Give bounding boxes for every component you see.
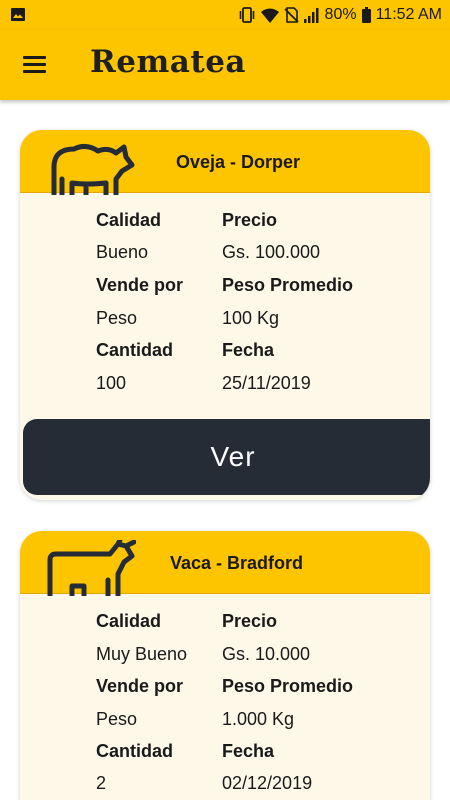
precio-label: Precio	[222, 611, 278, 631]
vibrate-icon	[239, 7, 254, 23]
app-bar: Rematea	[0, 30, 450, 100]
vende-por-label: Vende por	[96, 275, 184, 295]
peso-promedio-label: Peso Promedio	[222, 676, 354, 696]
card-title: Oveja - Dorper	[176, 152, 301, 172]
wifi-icon	[260, 8, 279, 23]
calidad-label: Calidad	[96, 611, 162, 631]
vende-por-value: Peso	[96, 308, 138, 328]
cantidad-value: 100	[96, 373, 127, 393]
cantidad-value: 2	[96, 773, 107, 793]
app-title: Rematea	[90, 44, 247, 80]
peso-promedio-label: Peso Promedio	[222, 275, 354, 295]
calidad-label: Calidad	[96, 210, 162, 230]
fecha-label: Fecha	[222, 741, 275, 761]
fecha-value: 25/11/2019	[222, 373, 311, 393]
peso-promedio-value: 100 Kg	[222, 308, 280, 328]
gallery-notification-icon	[11, 8, 25, 21]
calidad-value: Bueno	[96, 242, 149, 262]
hamburger-menu-icon[interactable]	[23, 56, 47, 74]
fecha-value: 02/12/2019	[222, 773, 313, 793]
card-title: Vaca - Bradford	[170, 553, 304, 573]
battery-percentage: 80%	[324, 6, 357, 23]
signal-icon	[303, 7, 319, 23]
precio-value: Gs. 10.000	[222, 644, 311, 664]
status-time: 11:52 AM	[375, 6, 442, 23]
precio-label: Precio	[222, 210, 278, 230]
peso-promedio-value: 1.000 Kg	[222, 709, 295, 729]
card-header: Vaca - Bradford	[20, 531, 430, 596]
cantidad-label: Cantidad	[96, 741, 174, 761]
status-bar: 80% 11:52 AM	[0, 0, 450, 30]
fecha-label: Fecha	[222, 340, 275, 360]
calidad-value: Muy Bueno	[96, 644, 188, 664]
ver-button[interactable]: Ver	[23, 419, 430, 495]
no-sim-icon	[283, 7, 299, 23]
precio-value: Gs. 100.000	[222, 242, 321, 262]
vende-por-label: Vende por	[96, 676, 184, 696]
vende-por-value: Peso	[96, 709, 138, 729]
cow-icon	[47, 540, 136, 596]
card-header: Oveja - Dorper	[20, 130, 430, 195]
battery-icon	[361, 7, 371, 23]
cantidad-label: Cantidad	[96, 340, 174, 360]
sheep-icon	[51, 143, 135, 195]
listing-card: Vaca - Bradford Calidad Precio Muy Bueno…	[20, 531, 430, 800]
listing-card: Oveja - Dorper Calidad Precio Bueno Gs. …	[20, 130, 430, 500]
